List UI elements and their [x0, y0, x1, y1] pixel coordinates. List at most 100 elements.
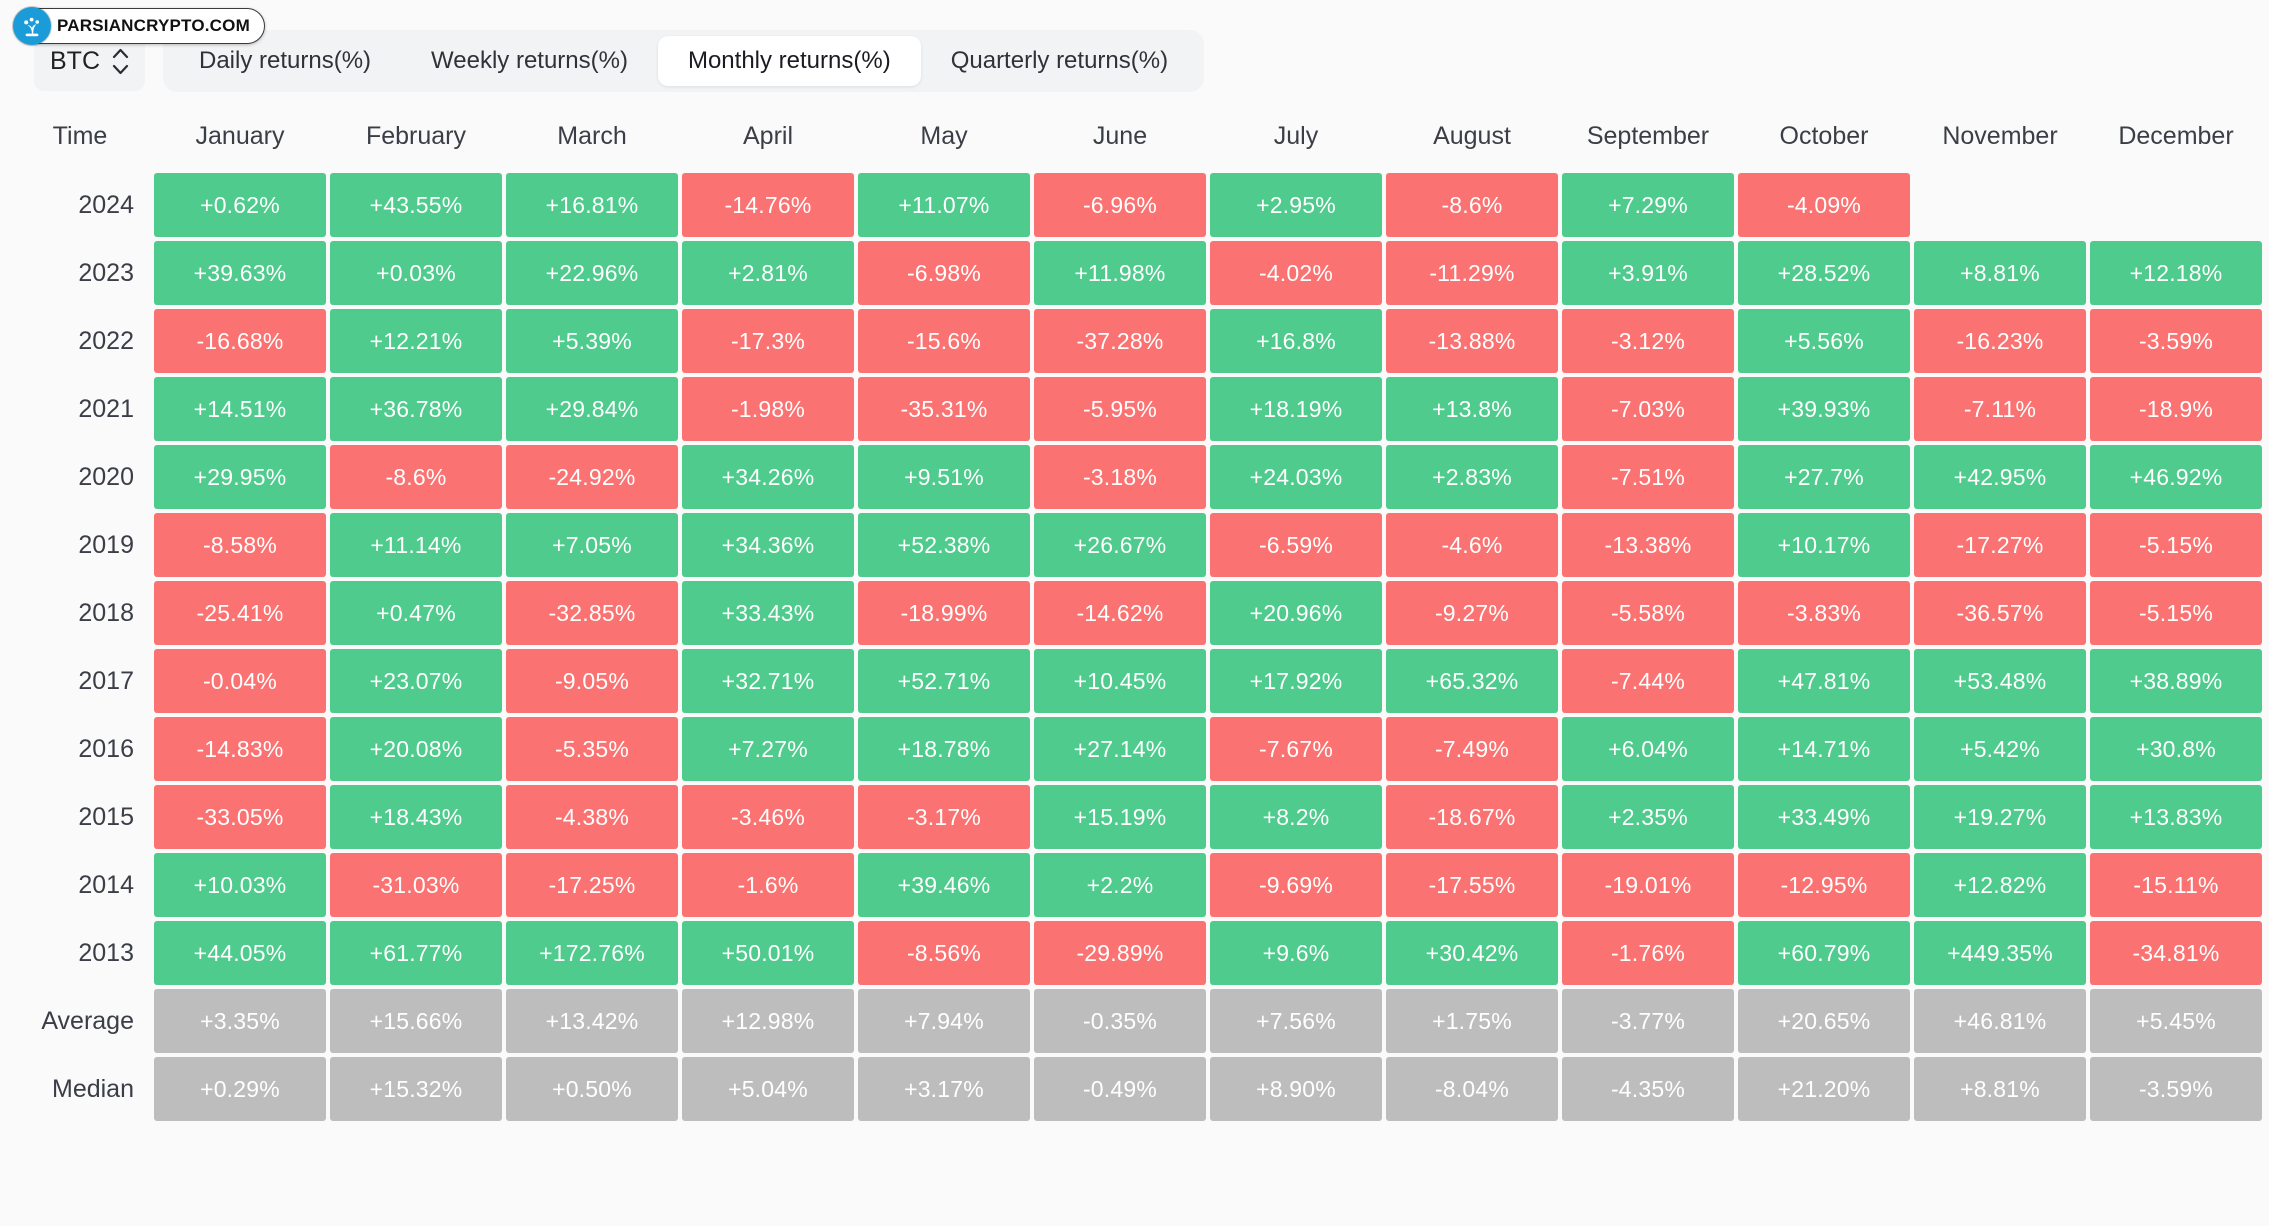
return-cell[interactable]: -7.49%	[1386, 717, 1558, 781]
return-cell[interactable]: -18.67%	[1386, 785, 1558, 849]
return-cell[interactable]: -15.6%	[858, 309, 1030, 373]
return-cell[interactable]: +7.29%	[1562, 173, 1734, 237]
return-cell[interactable]: +52.71%	[858, 649, 1030, 713]
return-cell[interactable]: +34.36%	[682, 513, 854, 577]
return-cell[interactable]: -3.59%	[2090, 309, 2262, 373]
return-cell[interactable]: -34.81%	[2090, 921, 2262, 985]
return-cell[interactable]: +172.76%	[506, 921, 678, 985]
return-cell[interactable]: +33.49%	[1738, 785, 1910, 849]
return-cell[interactable]: -9.27%	[1386, 581, 1558, 645]
return-cell[interactable]: -7.44%	[1562, 649, 1734, 713]
return-cell[interactable]: -17.25%	[506, 853, 678, 917]
return-cell[interactable]: +11.07%	[858, 173, 1030, 237]
return-cell[interactable]: -33.05%	[154, 785, 326, 849]
return-cell[interactable]: -24.92%	[506, 445, 678, 509]
return-cell[interactable]: +34.26%	[682, 445, 854, 509]
return-cell[interactable]: +46.81%	[1914, 989, 2086, 1053]
return-cell[interactable]: +32.71%	[682, 649, 854, 713]
return-cell[interactable]: -19.01%	[1562, 853, 1734, 917]
return-cell[interactable]: -3.18%	[1034, 445, 1206, 509]
return-cell[interactable]: +12.18%	[2090, 241, 2262, 305]
return-cell[interactable]: +7.94%	[858, 989, 1030, 1053]
return-cell[interactable]: +26.67%	[1034, 513, 1206, 577]
return-cell[interactable]: +10.17%	[1738, 513, 1910, 577]
return-cell[interactable]: +19.27%	[1914, 785, 2086, 849]
return-cell[interactable]: +7.05%	[506, 513, 678, 577]
return-cell[interactable]: +9.51%	[858, 445, 1030, 509]
return-cell[interactable]: -18.9%	[2090, 377, 2262, 441]
return-cell[interactable]: -6.96%	[1034, 173, 1206, 237]
return-cell[interactable]: +39.63%	[154, 241, 326, 305]
return-cell[interactable]: -8.04%	[1386, 1057, 1558, 1121]
return-cell[interactable]: +13.42%	[506, 989, 678, 1053]
return-cell[interactable]: -4.02%	[1210, 241, 1382, 305]
return-cell[interactable]: +18.43%	[330, 785, 502, 849]
return-cell[interactable]: +29.95%	[154, 445, 326, 509]
return-cell[interactable]: +14.71%	[1738, 717, 1910, 781]
return-cell[interactable]: -3.83%	[1738, 581, 1910, 645]
return-cell[interactable]: +39.93%	[1738, 377, 1910, 441]
return-cell[interactable]: -11.29%	[1386, 241, 1558, 305]
return-cell[interactable]: +22.96%	[506, 241, 678, 305]
return-cell[interactable]: +7.56%	[1210, 989, 1382, 1053]
chevron-updown-icon[interactable]	[112, 48, 129, 75]
return-cell[interactable]: +65.32%	[1386, 649, 1558, 713]
return-cell[interactable]: +29.84%	[506, 377, 678, 441]
return-cell[interactable]: -4.6%	[1386, 513, 1558, 577]
return-cell[interactable]: +53.48%	[1914, 649, 2086, 713]
return-cell[interactable]: +61.77%	[330, 921, 502, 985]
return-cell[interactable]: -16.23%	[1914, 309, 2086, 373]
return-cell[interactable]: -3.46%	[682, 785, 854, 849]
return-cell[interactable]: +5.42%	[1914, 717, 2086, 781]
return-cell[interactable]: -5.58%	[1562, 581, 1734, 645]
return-cell[interactable]: -4.35%	[1562, 1057, 1734, 1121]
return-cell[interactable]	[1914, 173, 2086, 237]
return-cell[interactable]: +15.32%	[330, 1057, 502, 1121]
return-cell[interactable]: -35.31%	[858, 377, 1030, 441]
return-cell[interactable]: +42.95%	[1914, 445, 2086, 509]
return-cell[interactable]: -1.76%	[1562, 921, 1734, 985]
return-cell[interactable]: -0.35%	[1034, 989, 1206, 1053]
return-cell[interactable]: -3.77%	[1562, 989, 1734, 1053]
return-cell[interactable]: -6.98%	[858, 241, 1030, 305]
return-cell[interactable]: -5.95%	[1034, 377, 1206, 441]
return-cell[interactable]: +8.2%	[1210, 785, 1382, 849]
return-cell[interactable]: -15.11%	[2090, 853, 2262, 917]
return-cell[interactable]: +10.45%	[1034, 649, 1206, 713]
return-cell[interactable]: +43.55%	[330, 173, 502, 237]
return-cell[interactable]: +6.04%	[1562, 717, 1734, 781]
return-cell[interactable]: +0.50%	[506, 1057, 678, 1121]
return-cell[interactable]: -7.11%	[1914, 377, 2086, 441]
return-cell[interactable]: +46.92%	[2090, 445, 2262, 509]
return-cell[interactable]: -31.03%	[330, 853, 502, 917]
return-cell[interactable]: -13.88%	[1386, 309, 1558, 373]
return-cell[interactable]: +1.75%	[1386, 989, 1558, 1053]
return-cell[interactable]: -4.38%	[506, 785, 678, 849]
tab-monthly-returns[interactable]: Monthly returns(%)	[658, 36, 921, 86]
return-cell[interactable]: +15.66%	[330, 989, 502, 1053]
return-cell[interactable]: +12.21%	[330, 309, 502, 373]
return-cell[interactable]: -17.55%	[1386, 853, 1558, 917]
return-cell[interactable]: +3.17%	[858, 1057, 1030, 1121]
return-cell[interactable]: +27.14%	[1034, 717, 1206, 781]
return-cell[interactable]: +20.65%	[1738, 989, 1910, 1053]
return-cell[interactable]: -9.69%	[1210, 853, 1382, 917]
return-cell[interactable]: -29.89%	[1034, 921, 1206, 985]
return-cell[interactable]: +47.81%	[1738, 649, 1910, 713]
return-cell[interactable]: +2.81%	[682, 241, 854, 305]
return-cell[interactable]: +50.01%	[682, 921, 854, 985]
return-cell[interactable]: +7.27%	[682, 717, 854, 781]
return-cell[interactable]: -14.76%	[682, 173, 854, 237]
return-cell[interactable]: +3.35%	[154, 989, 326, 1053]
return-cell[interactable]: +20.96%	[1210, 581, 1382, 645]
return-cell[interactable]: -4.09%	[1738, 173, 1910, 237]
return-cell[interactable]: +15.19%	[1034, 785, 1206, 849]
return-cell[interactable]: -0.49%	[1034, 1057, 1206, 1121]
return-cell[interactable]: -1.98%	[682, 377, 854, 441]
return-cell[interactable]: +16.8%	[1210, 309, 1382, 373]
return-cell[interactable]: +3.91%	[1562, 241, 1734, 305]
return-cell[interactable]: -18.99%	[858, 581, 1030, 645]
return-cell[interactable]: +2.2%	[1034, 853, 1206, 917]
return-cell[interactable]: +38.89%	[2090, 649, 2262, 713]
return-cell[interactable]: +33.43%	[682, 581, 854, 645]
